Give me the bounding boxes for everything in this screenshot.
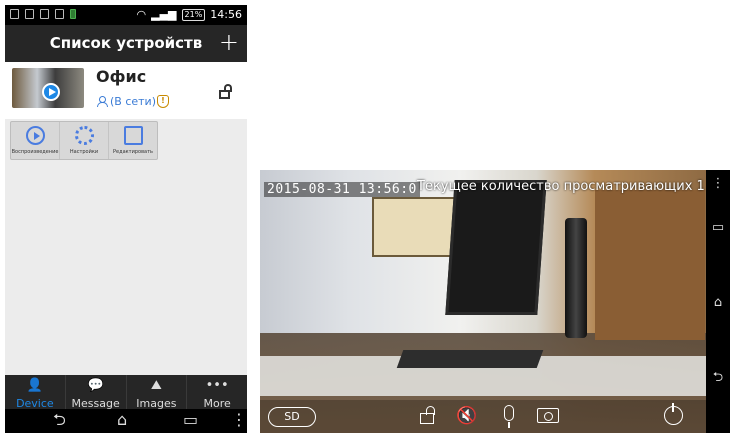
gallery-icon xyxy=(25,9,34,19)
menu-icon[interactable]: ⋮ xyxy=(231,411,247,429)
edit-icon xyxy=(123,126,143,145)
wall-map-image xyxy=(372,197,460,257)
person-icon xyxy=(97,96,108,107)
clock: 14:56 xyxy=(210,8,242,21)
device-status-label: (В сети) xyxy=(110,95,156,108)
device-name: Офис xyxy=(96,67,147,86)
device-status: (В сети) xyxy=(97,95,156,108)
android-icon xyxy=(70,9,76,19)
gear-icon xyxy=(74,126,94,145)
back-icon[interactable]: ⮌ xyxy=(706,368,730,390)
device-action-menu: Воспроизведение Настройки Редактировать xyxy=(10,121,158,160)
recents-icon[interactable]: ▭ xyxy=(183,411,198,429)
status-bar: ◠ ▂▄▆ 21% 14:56 xyxy=(5,5,247,25)
play-icon xyxy=(25,126,45,145)
system-nav-bar: ⮌ ⌂ ▭ ⋮ xyxy=(5,409,247,433)
playback-label: Воспроизведение xyxy=(11,149,59,155)
battery-indicator: 21% xyxy=(181,8,206,21)
bookshelf-image xyxy=(595,190,705,340)
edit-button[interactable]: Редактировать xyxy=(109,122,157,159)
thermos-image xyxy=(565,218,587,338)
tab-images[interactable]: ⛰ Images xyxy=(127,375,188,411)
unlock-icon[interactable] xyxy=(420,406,436,425)
app-header: Список устройств + xyxy=(5,25,247,62)
bottom-tab-bar: 👤 Device 💬 Message ⛰ Images ••• More xyxy=(5,375,247,411)
monitor-image xyxy=(445,180,547,315)
playback-button[interactable]: Воспроизведение xyxy=(11,122,60,159)
sim-icon xyxy=(10,9,19,19)
image-icon: ⛰ xyxy=(150,378,162,393)
home-icon[interactable]: ⌂ xyxy=(706,295,730,310)
microphone-icon[interactable] xyxy=(504,405,514,428)
system-indicators: ◠ ▂▄▆ 21% 14:56 xyxy=(137,8,242,21)
add-device-button[interactable]: + xyxy=(219,28,239,56)
unlock-icon[interactable] xyxy=(219,84,233,100)
message-icon: 💬 xyxy=(87,378,104,393)
wifi-icon: ◠ xyxy=(136,8,147,21)
home-icon[interactable]: ⌂ xyxy=(117,411,127,429)
more-icon: ••• xyxy=(205,378,229,393)
live-view-screen: 2015-08-31 13:56:0 Текущее количество пр… xyxy=(260,170,730,433)
power-icon[interactable] xyxy=(664,403,683,425)
signal-icon: ▂▄▆ xyxy=(151,8,177,21)
device-list-screen: ◠ ▂▄▆ 21% 14:56 Список устройств + Офис … xyxy=(5,5,247,433)
camera-icon[interactable] xyxy=(537,408,559,423)
keyboard-image xyxy=(396,350,544,368)
viewer-count: Текущее количество просматривающих 1 xyxy=(417,179,705,194)
facebook-icon xyxy=(40,9,49,19)
shield-icon[interactable]: ! xyxy=(157,95,169,108)
notification-icons xyxy=(10,9,76,19)
person-icon: 👤 xyxy=(26,378,43,393)
page-title: Список устройств xyxy=(49,34,203,52)
mute-icon[interactable]: 🔇 xyxy=(456,404,477,428)
back-icon[interactable]: ⮌ xyxy=(53,411,66,429)
edit-label: Редактировать xyxy=(113,149,153,155)
quality-button[interactable]: SD xyxy=(268,407,316,427)
camera-thumbnail[interactable] xyxy=(12,68,84,108)
system-nav-bar-landscape: ⋮ ▭ ⌂ ⮌ xyxy=(706,170,730,433)
settings-label: Настройки xyxy=(69,149,99,155)
tab-message[interactable]: 💬 Message xyxy=(66,375,127,411)
tab-device[interactable]: 👤 Device xyxy=(5,375,66,411)
menu-icon[interactable]: ⋮ xyxy=(706,176,730,191)
play-icon xyxy=(42,83,60,101)
camera-video-feed[interactable]: 2015-08-31 13:56:0 Текущее количество пр… xyxy=(260,170,706,433)
video-timestamp: 2015-08-31 13:56:0 xyxy=(264,182,420,197)
settings-button[interactable]: Настройки xyxy=(60,122,109,159)
recents-icon[interactable]: ▭ xyxy=(706,220,730,235)
data-icon xyxy=(55,9,64,19)
player-controls: SD 🔇 xyxy=(260,400,706,433)
tab-more[interactable]: ••• More xyxy=(187,375,247,411)
device-list-item[interactable]: Офис (В сети) ! xyxy=(5,62,247,119)
